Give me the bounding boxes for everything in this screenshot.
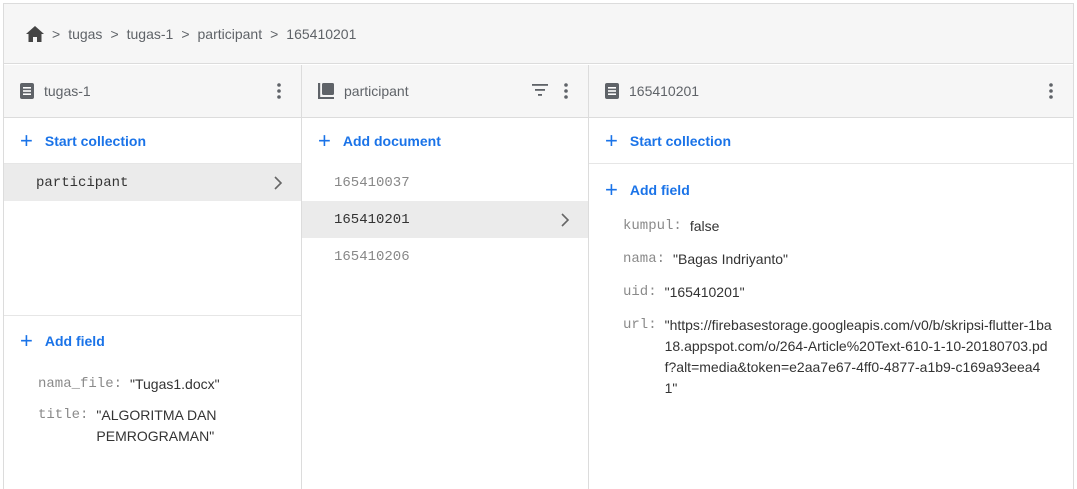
document-item[interactable]: 165410037 (302, 164, 588, 201)
field-kumpul[interactable]: kumpul: false (589, 216, 1073, 237)
breadcrumb-item-tugas[interactable]: tugas (68, 26, 102, 42)
home-icon[interactable] (26, 25, 44, 42)
panel-header: 165410201 (589, 65, 1073, 118)
document-fields: + Add field nama_file: "Tugas1.docx" tit… (4, 315, 301, 447)
add-field-label: Add field (44, 333, 105, 349)
start-collection-button[interactable]: + Start collection (4, 118, 301, 164)
field-key: kumpul: (623, 218, 682, 234)
collection-item-participant[interactable]: participant (4, 164, 301, 201)
start-collection-label: Start collection (44, 132, 146, 149)
more-vert-icon[interactable] (558, 81, 574, 101)
chevron-right-icon: > (270, 25, 279, 42)
field-value: false (689, 218, 720, 234)
chevron-right-icon (273, 175, 283, 190)
breadcrumb: > tugas > tugas-1 > participant > 165410… (4, 4, 1073, 64)
field-key: url: (623, 317, 657, 333)
filter-icon[interactable] (532, 83, 552, 99)
plus-icon: + (20, 328, 33, 353)
panel-header: participant (302, 65, 588, 118)
breadcrumb-item-participant[interactable]: participant (198, 26, 263, 42)
panel-title: participant (344, 83, 409, 99)
field-uid[interactable]: uid: "165410201" (589, 282, 1073, 303)
plus-icon: + (318, 128, 331, 153)
chevron-right-icon: > (181, 25, 190, 42)
plus-icon: + (605, 177, 618, 202)
panel-header: tugas-1 (4, 65, 301, 118)
field-url[interactable]: url: "https://firebasestorage.googleapis… (589, 315, 1073, 399)
field-nama[interactable]: nama: "Bagas Indriyanto" (589, 249, 1073, 270)
document-item[interactable]: 165410206 (302, 238, 588, 275)
firestore-data-viewer: > tugas > tugas-1 > participant > 165410… (3, 3, 1074, 489)
collection-panel-participant: participant + Add document 165410037 165… (302, 65, 589, 489)
field-nama-file[interactable]: nama_file: "Tugas1.docx" (4, 374, 301, 395)
document-icon (605, 83, 619, 99)
field-value: "Tugas1.docx" (130, 376, 220, 392)
document-panel-tugas-1: tugas-1 + Start collection participant +… (4, 65, 302, 489)
add-document-label: Add document (342, 133, 441, 149)
document-id: 165410206 (334, 248, 410, 265)
panels: tugas-1 + Start collection participant +… (4, 65, 1073, 489)
field-value: "ALGORITMA DAN PEMROGRAMAN" (96, 407, 217, 444)
collection-label: participant (36, 174, 129, 191)
chevron-right-icon (560, 212, 570, 227)
add-field-label: Add field (629, 182, 690, 198)
more-vert-icon[interactable] (1043, 81, 1059, 101)
field-value: "https://firebasestorage.googleapis.com/… (664, 317, 1052, 396)
field-value: "Bagas Indriyanto" (673, 251, 789, 267)
plus-icon: + (20, 127, 33, 153)
document-id: 165410037 (334, 174, 410, 191)
add-field-button[interactable]: + Add field (589, 164, 1073, 216)
breadcrumb-item-document[interactable]: 165410201 (286, 26, 356, 42)
chevron-right-icon: > (52, 25, 61, 42)
collection-icon (318, 83, 334, 99)
plus-icon: + (605, 127, 618, 153)
add-field-button[interactable]: + Add field (4, 318, 301, 364)
more-vert-icon[interactable] (271, 81, 287, 101)
field-title[interactable]: title: "ALGORITMA DAN PEMROGRAMAN" (4, 405, 301, 447)
chevron-right-icon: > (110, 25, 119, 42)
field-key: nama_file: (38, 376, 123, 392)
document-fields: + Add field kumpul: false nama: "Bagas I… (589, 164, 1073, 399)
document-item-selected[interactable]: 165410201 (302, 201, 588, 238)
start-collection-label: Start collection (629, 132, 731, 149)
field-key: uid: (623, 284, 657, 300)
document-icon (20, 83, 34, 99)
panel-title: tugas-1 (44, 83, 91, 99)
panel-title: 165410201 (629, 83, 700, 99)
breadcrumb-item-tugas-1[interactable]: tugas-1 (127, 26, 174, 42)
add-document-button[interactable]: + Add document (302, 118, 588, 164)
field-key: nama: (623, 251, 666, 267)
field-value: "165410201" (664, 284, 745, 300)
document-panel-165410201: 165410201 + Start collection + Add field… (589, 65, 1073, 489)
document-id: 165410201 (334, 211, 410, 228)
start-collection-button[interactable]: + Start collection (589, 118, 1073, 164)
field-key: title: (38, 407, 89, 423)
